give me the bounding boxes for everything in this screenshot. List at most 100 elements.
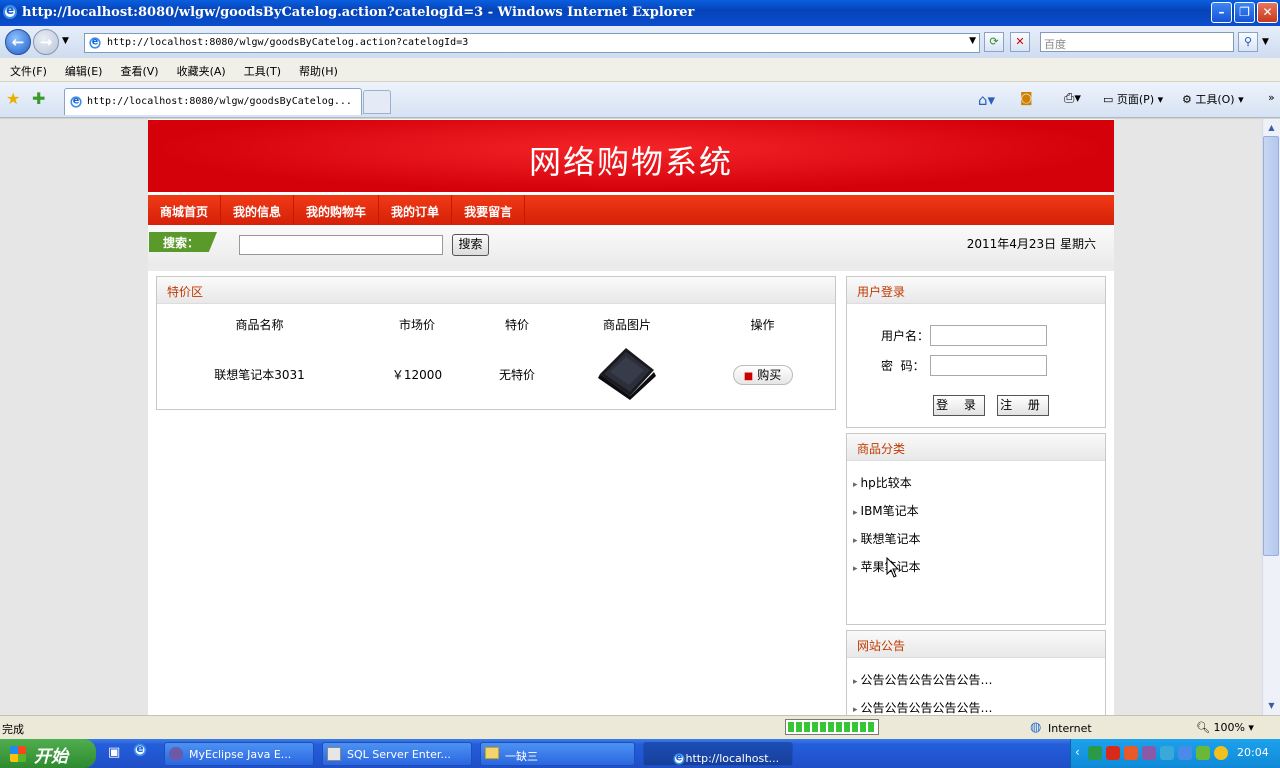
nav-my-orders[interactable]: 我的订单 (379, 195, 453, 225)
tray-ime-icon[interactable] (1142, 746, 1156, 760)
page-menu-label: 页面(P) (1116, 93, 1155, 106)
quicklaunch-ie-icon[interactable] (133, 742, 147, 760)
col-product-image: 商品图片 (602, 317, 651, 332)
forward-button[interactable]: → (33, 29, 59, 55)
site-search-input[interactable] (239, 235, 443, 255)
history-dropdown-icon[interactable]: ▼ (62, 36, 69, 46)
nav-my-info[interactable]: 我的信息 (221, 195, 295, 225)
sqlserver-icon (327, 747, 341, 761)
category-item[interactable]: IBM笔记本 (853, 502, 919, 519)
status-text: 完成 (2, 723, 24, 736)
login-title: 用户登录 (847, 277, 1105, 304)
page-viewport: 网络购物系统 商城首页 我的信息 我的购物车 我的订单 我要留言 搜索： 搜索 … (0, 119, 1262, 715)
menu-file[interactable]: 文件(F) (0, 58, 55, 79)
username-input[interactable] (930, 325, 1047, 346)
register-button[interactable]: 注 册 (997, 395, 1049, 416)
special-offers-panel: 特价区 商品名称 市场价 特价 商品图片 操作 联想笔记本3031 ￥12000… (156, 276, 836, 410)
tools-menu-label: 工具(O) (1195, 93, 1235, 106)
home-icon[interactable]: ⌂▾ (978, 91, 995, 109)
password-input[interactable] (930, 355, 1047, 376)
special-offers-table: 商品名称 市场价 特价 商品图片 操作 联想笔记本3031 ￥12000 无特价 (157, 304, 833, 405)
close-button[interactable]: ✕ (1257, 2, 1278, 23)
start-button[interactable]: 开始 (0, 739, 96, 768)
search-icon[interactable]: ⚲ (1238, 32, 1258, 52)
tools-menu[interactable]: ⚙ 工具(O) ▾ (1182, 91, 1244, 107)
category-item[interactable]: hp比较本 (853, 474, 912, 491)
tray-expand-icon[interactable]: ‹ (1075, 745, 1080, 759)
category-item[interactable]: 联想笔记本 (853, 530, 921, 547)
favorites-star-icon[interactable]: ★ (6, 89, 20, 108)
notice-item[interactable]: 公告公告公告公告公告… (853, 699, 993, 715)
password-label: 密 码： (881, 359, 925, 373)
col-market-price: 市场价 (398, 317, 435, 332)
address-dropdown-icon[interactable]: ▼ (969, 36, 976, 46)
current-date: 2011年4月23日 星期六 (966, 237, 1096, 251)
progress-fill (788, 722, 876, 732)
tray-app-icon[interactable] (1106, 746, 1120, 760)
search-input[interactable]: 百度 (1040, 32, 1234, 52)
page-progress-bar (785, 719, 879, 735)
window-title-bar[interactable]: http://localhost:8080/wlgw/goodsByCatelo… (0, 0, 1280, 26)
categories-title: 商品分类 (847, 434, 1105, 461)
tray-security-icon[interactable] (1178, 746, 1192, 760)
col-special-price: 特价 (504, 317, 529, 332)
laptop-image[interactable] (596, 344, 658, 402)
taskbar-folder[interactable]: 一缺三 (480, 742, 635, 766)
refresh-button[interactable]: ⟳ (984, 32, 1004, 52)
menu-edit[interactable]: 编辑(E) (55, 58, 111, 79)
address-bar[interactable]: http://localhost:8080/wlgw/goodsByCatelo… (84, 33, 980, 53)
zoom-level: 100% (1213, 721, 1245, 734)
menu-view[interactable]: 查看(V) (110, 58, 166, 79)
clock[interactable]: 20:04 (1237, 746, 1269, 759)
feeds-icon[interactable]: ◙ (1020, 91, 1033, 106)
nav-leave-message[interactable]: 我要留言 (452, 195, 526, 225)
minimize-button[interactable]: – (1211, 2, 1232, 23)
login-button[interactable]: 登 录 (933, 395, 985, 416)
taskbar-myeclipse[interactable]: MyEclipse Java E... (164, 742, 314, 766)
site-search-button[interactable]: 搜索 (452, 234, 489, 256)
menu-favorites[interactable]: 收藏夹(A) (167, 58, 234, 79)
zoom-control[interactable]: 🔍︎ 100% ▾ (1196, 721, 1254, 734)
login-panel: 用户登录 用户名： 密 码： 登 录 注 册 (846, 276, 1106, 428)
page-menu[interactable]: ▭ 页面(P) ▾ (1103, 91, 1163, 107)
buy-button[interactable]: ■ 购买 (732, 364, 793, 385)
maximize-button[interactable]: ❐ (1234, 2, 1255, 23)
col-product-name: 商品名称 (235, 317, 284, 332)
notice-item[interactable]: 公告公告公告公告公告… (853, 671, 993, 688)
tray-update-icon[interactable] (1214, 746, 1228, 760)
tray-s-icon[interactable] (1124, 746, 1138, 760)
new-tab-button[interactable] (363, 90, 391, 114)
toolbar-overflow-icon[interactable]: » (1268, 91, 1275, 104)
search-options-icon[interactable]: ▼ (1262, 37, 1269, 47)
scroll-down-icon[interactable]: ▼ (1264, 698, 1279, 713)
print-icon[interactable]: ⎙▾ (1064, 91, 1081, 106)
username-label: 用户名： (881, 329, 930, 343)
tray-sync-icon[interactable] (1160, 746, 1174, 760)
taskbar-ie[interactable]: http://localhost... (643, 742, 793, 766)
show-desktop-icon[interactable]: ▣ (108, 745, 120, 760)
address-input[interactable]: http://localhost:8080/wlgw/goodsByCatelo… (107, 37, 468, 48)
notice-panel: 网站公告 公告公告公告公告公告… 公告公告公告公告公告… (846, 630, 1106, 715)
buy-button-label: 购买 (757, 367, 782, 382)
nav-home[interactable]: 商城首页 (148, 195, 222, 225)
tray-network-icon[interactable] (1088, 746, 1102, 760)
scrollbar-thumb[interactable] (1263, 136, 1279, 556)
taskbar-sqlserver[interactable]: SQL Server Enter... (322, 742, 472, 766)
site-banner: 网络购物系统 (148, 120, 1114, 192)
menu-tools[interactable]: 工具(T) (234, 58, 289, 79)
browser-tab[interactable]: http://localhost:8080/wlgw/goodsByCatelo… (64, 88, 362, 115)
nav-my-cart[interactable]: 我的购物车 (294, 195, 380, 225)
menu-help[interactable]: 帮助(H) (289, 58, 346, 79)
site-container: 网络购物系统 商城首页 我的信息 我的购物车 我的订单 我要留言 搜索： 搜索 … (148, 119, 1114, 715)
zone-label: Internet (1048, 722, 1092, 735)
stop-button[interactable]: ✕ (1010, 32, 1030, 52)
product-name: 联想笔记本3031 (214, 368, 305, 382)
tab-title: http://localhost:8080/wlgw/goodsByCatelo… (87, 96, 352, 107)
col-action: 操作 (750, 317, 775, 332)
back-button[interactable]: ← (5, 29, 31, 55)
add-favorites-icon[interactable]: ✚ (32, 89, 45, 108)
tray-volume-icon[interactable] (1196, 746, 1210, 760)
start-label: 开始 (34, 747, 68, 767)
scroll-up-icon[interactable]: ▲ (1264, 120, 1279, 135)
special-price: 无特价 (498, 368, 535, 382)
